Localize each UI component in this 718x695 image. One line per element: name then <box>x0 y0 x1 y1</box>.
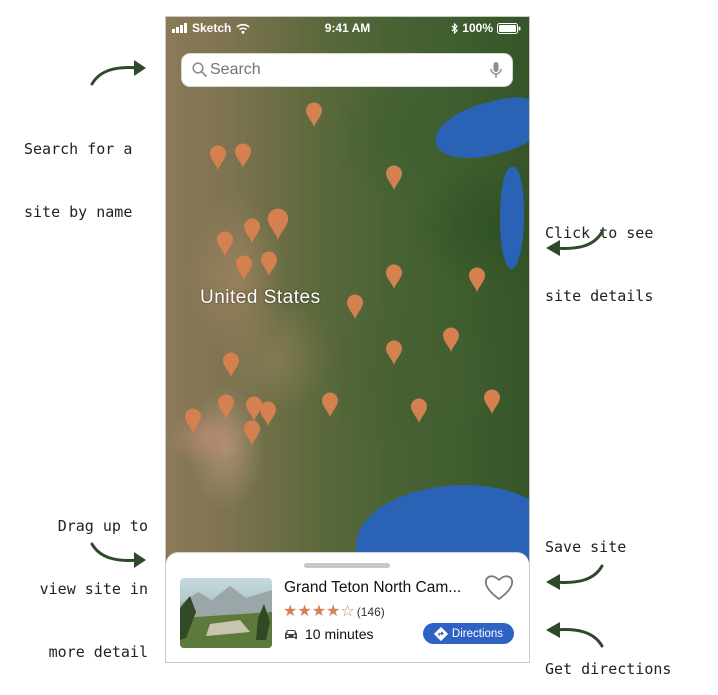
directions-icon <box>433 626 448 641</box>
map-pin-icon[interactable] <box>305 102 323 128</box>
lake-superior <box>429 90 529 168</box>
star-empty-icon: ☆ <box>340 601 355 620</box>
phone-screen: Sketch 9:41 AM 100% Search United States… <box>165 16 530 663</box>
save-annotation: Save site <box>545 538 627 556</box>
map-pin-icon[interactable] <box>184 408 202 434</box>
map-pin-icon[interactable] <box>222 352 240 378</box>
star-filled-icon: ★ <box>283 601 298 620</box>
map-pin-icon[interactable] <box>209 145 227 171</box>
rating: ★★★★☆ (146) <box>283 603 385 621</box>
map-pin-icon[interactable] <box>410 398 428 424</box>
map-pin-icon[interactable] <box>243 420 261 446</box>
site-thumbnail[interactable] <box>180 578 272 648</box>
site-detail-sheet[interactable]: Grand Teton North Cam... ★★★★☆ (146) 10 … <box>166 552 529 662</box>
map-pin-icon[interactable] <box>235 255 253 281</box>
review-count: (146) <box>356 605 385 619</box>
drag-annotation-line-2: view site in <box>39 580 148 598</box>
microphone-icon[interactable] <box>490 61 502 79</box>
arrow-to-sheet <box>90 542 146 568</box>
site-title[interactable]: Grand Teton North Cam... <box>284 579 479 597</box>
map-pin-icon[interactable] <box>259 401 277 427</box>
search-input[interactable] <box>210 54 480 86</box>
arrow-to-pins <box>546 230 604 256</box>
map-pin-icon[interactable] <box>260 251 278 277</box>
map-pin-icon[interactable] <box>385 165 403 191</box>
status-bar: Sketch 9:41 AM 100% <box>166 17 529 39</box>
heart-icon[interactable] <box>484 573 514 601</box>
car-icon <box>285 629 297 639</box>
search-bar[interactable] <box>181 53 513 87</box>
directions-label: Directions <box>451 627 504 640</box>
search-annotation-line-2: site by name <box>24 203 133 221</box>
directions-button[interactable]: Directions <box>423 623 514 644</box>
arrow-to-heart <box>546 564 604 590</box>
drag-handle[interactable] <box>304 563 390 568</box>
map-pin-icon[interactable] <box>442 327 460 353</box>
drag-annotation: Drag up to view site in more detail <box>40 474 148 684</box>
map-pin-icon[interactable] <box>266 208 290 241</box>
map-pin-icon[interactable] <box>243 218 261 244</box>
travel-time: 10 minutes <box>283 626 373 642</box>
arrow-to-directions <box>546 622 604 648</box>
arrow-to-search <box>90 60 146 86</box>
lake-michigan <box>500 167 524 269</box>
map-pin-icon[interactable] <box>385 340 403 366</box>
map-pin-icon[interactable] <box>468 267 486 293</box>
details-annotation-line-2: site details <box>545 287 654 305</box>
bluetooth-icon <box>451 22 459 34</box>
search-annotation-line-1: Search for a <box>24 140 133 158</box>
star-filled-icon: ★ <box>297 601 312 620</box>
map-pin-icon[interactable] <box>483 389 501 415</box>
rating-stars: ★★★★☆ <box>283 603 355 621</box>
travel-time-text: 10 minutes <box>305 626 374 642</box>
map-pin-icon[interactable] <box>216 231 234 257</box>
search-icon <box>192 62 207 77</box>
drag-annotation-line-1: Drag up to <box>57 517 148 535</box>
star-filled-icon: ★ <box>311 601 327 620</box>
search-annotation: Search for a site by name <box>24 97 132 244</box>
map-pin-icon[interactable] <box>321 392 339 418</box>
directions-annotation: Get directions <box>545 660 672 678</box>
drag-annotation-line-3: more detail <box>48 643 148 661</box>
map-country-label: United States <box>200 287 321 308</box>
star-filled-icon: ★ <box>326 601 341 620</box>
battery-percent: 100% <box>462 21 493 35</box>
battery-icon <box>497 22 521 34</box>
map-pin-icon[interactable] <box>346 294 364 320</box>
site-photo-icon <box>180 586 272 648</box>
map-pin-icon[interactable] <box>234 143 252 169</box>
map-pin-icon[interactable] <box>385 264 403 290</box>
map-pin-icon[interactable] <box>217 394 235 420</box>
